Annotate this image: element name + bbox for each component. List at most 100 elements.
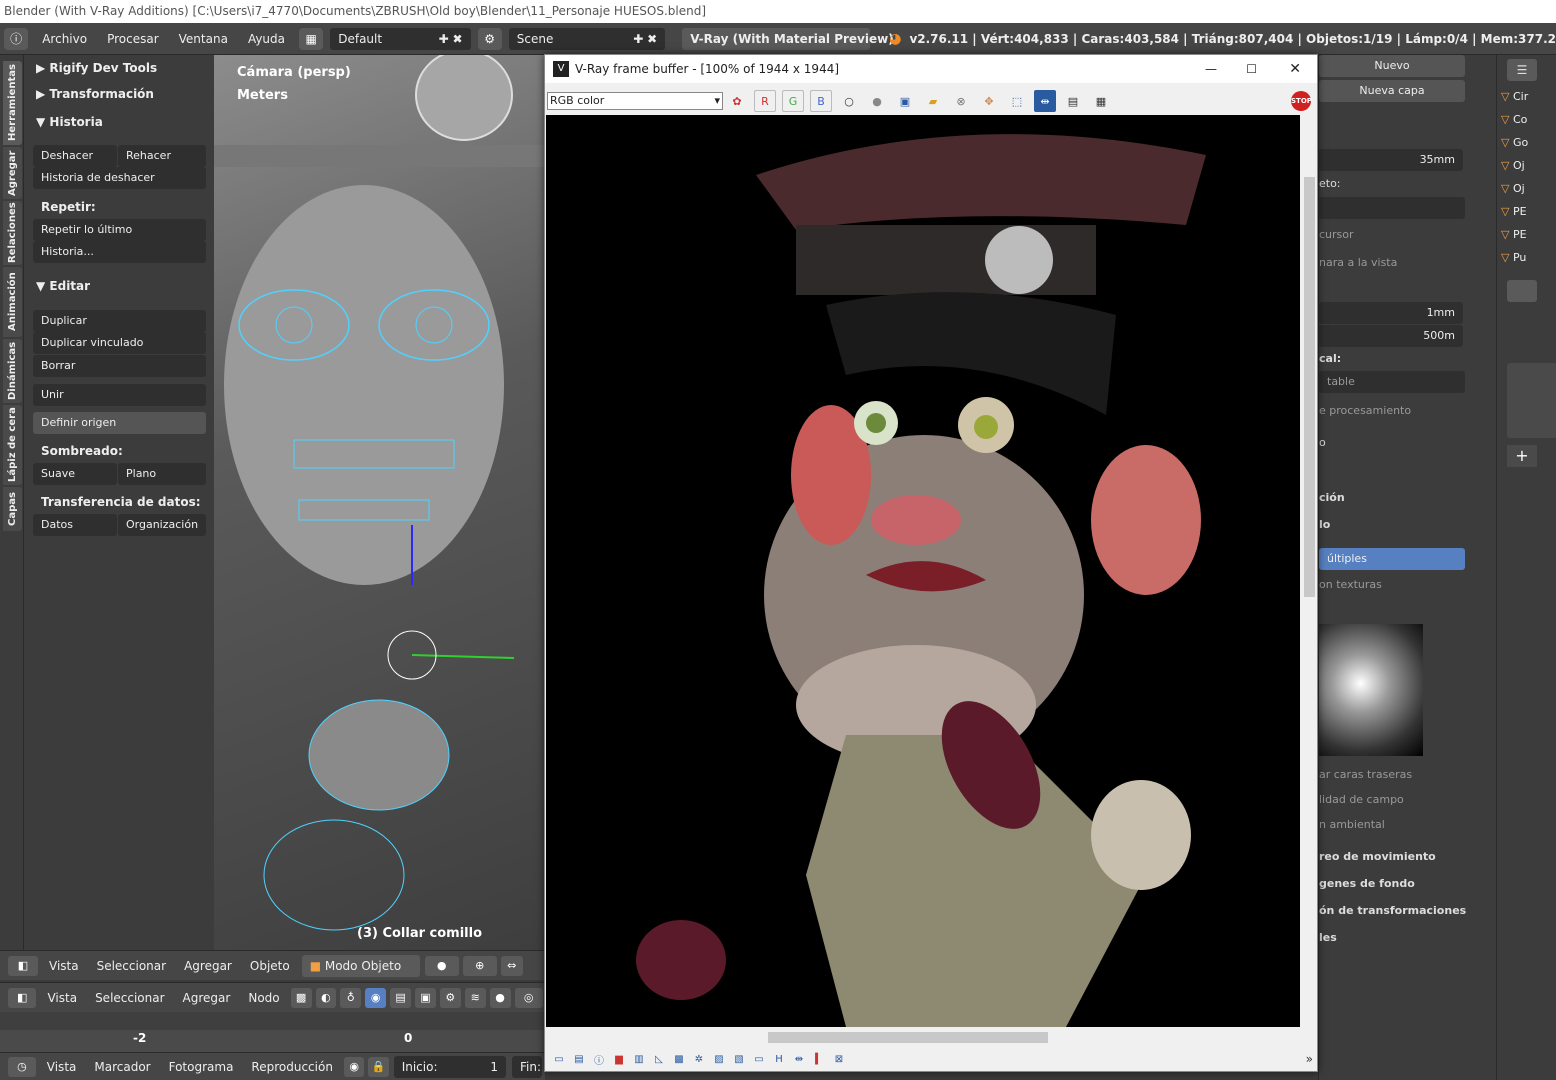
transform-orientations-row[interactable]: ón de transformaciones	[1319, 899, 1469, 923]
pivot-button[interactable]: ⊕	[462, 955, 497, 976]
timeline[interactable]: -2 0	[0, 1012, 545, 1052]
scene-selector[interactable]: Scene ✚ ✖	[508, 27, 666, 50]
organization-button[interactable]: Organización	[118, 514, 206, 536]
crop-icon[interactable]: ▍	[812, 1052, 826, 1066]
start-frame-field[interactable]: Inicio: 1	[393, 1055, 506, 1078]
close-icon[interactable]: ✕	[1289, 55, 1301, 83]
add-icon[interactable]: +	[1507, 445, 1537, 467]
split-icon[interactable]: ⇹	[792, 1052, 806, 1066]
menu-marcador[interactable]: Marcador	[85, 1060, 159, 1074]
clear-image-icon[interactable]: ⊗	[950, 90, 972, 112]
outliner-item[interactable]: ▽ Oj	[1501, 155, 1525, 177]
matcap-preview[interactable]	[1319, 624, 1423, 756]
vfb-title-bar[interactable]: V V-Ray frame buffer - [100% of 1944 x 1…	[545, 55, 1317, 83]
render-engine-select[interactable]: V-Ray (With Material Preview)	[682, 27, 894, 50]
editor-type-button[interactable]: ◷	[8, 1056, 36, 1077]
settings-icon[interactable]: ⚙	[439, 987, 461, 1008]
material-icon[interactable]: ◉	[365, 987, 387, 1008]
menu-agregar[interactable]: Agregar	[175, 959, 241, 973]
rgb-circles-icon[interactable]: ✿	[726, 90, 748, 112]
lut-icon[interactable]: ✲	[692, 1052, 706, 1066]
end-frame-field[interactable]: Fin:	[512, 1055, 542, 1078]
outliner-item[interactable]: ▽ Go	[1501, 132, 1528, 154]
layers-icon[interactable]: ≋	[464, 987, 486, 1008]
info-icon[interactable]: ⓘ	[592, 1052, 606, 1067]
background-icon[interactable]: ▩	[672, 1052, 686, 1066]
focal-length-field[interactable]: 35mm	[1319, 149, 1463, 171]
outliner-item[interactable]: ▽ Cir	[1501, 86, 1528, 108]
expand-icon[interactable]: »	[1306, 1052, 1313, 1066]
tab-dinamicas[interactable]: Dinámicas	[3, 339, 22, 403]
render-layer-icon[interactable]: ▣	[415, 987, 436, 1008]
manipulator-button[interactable]: ⇔	[500, 955, 523, 976]
properties-context-box[interactable]	[1507, 363, 1556, 438]
local-camera-field[interactable]: table	[1319, 371, 1465, 393]
gizmo-y-axis[interactable]	[411, 654, 515, 659]
tab-capas[interactable]: Capas	[3, 487, 22, 531]
shading-button[interactable]: ●	[424, 955, 459, 976]
menu-agregar[interactable]: Agregar	[174, 991, 240, 1005]
pixel-aspect-icon[interactable]: ▭	[752, 1052, 766, 1066]
outliner-editor-button[interactable]: ☰	[1507, 59, 1537, 81]
lock-icon[interactable]: 🔒	[368, 1056, 389, 1077]
menu-ventana[interactable]: Ventana	[169, 32, 238, 46]
menu-seleccionar[interactable]: Seleccionar	[86, 991, 173, 1005]
outliner-item[interactable]: ▽ Pu	[1501, 247, 1526, 269]
properties-editor-button[interactable]	[1507, 280, 1537, 302]
new-layer-button[interactable]: Nueva capa	[1319, 80, 1465, 102]
menu-seleccionar[interactable]: Seleccionar	[88, 959, 175, 973]
background-images-row[interactable]: genes de fondo	[1319, 872, 1469, 896]
tab-herramientas[interactable]: Herramientas	[3, 61, 22, 145]
history-button[interactable]: Historia...	[33, 241, 206, 263]
set-origin-select[interactable]: Definir origen	[33, 412, 206, 434]
panel-row-last[interactable]: les	[1319, 926, 1469, 950]
smooth-button[interactable]: Suave	[33, 463, 117, 485]
sphere-icon[interactable]: ●	[489, 987, 511, 1008]
panel-history[interactable]: ▼ Historia	[30, 111, 210, 133]
panel-row-b[interactable]: ción	[1319, 486, 1469, 510]
3d-viewport[interactable]: Cámara (persp) Meters (3) Collar comillo	[214, 55, 545, 950]
undo-history-button[interactable]: Historia de deshacer	[33, 167, 206, 189]
history-icon[interactable]: ▤	[1062, 90, 1084, 112]
snap-icon[interactable]: ◎	[514, 987, 543, 1008]
lamp-icon[interactable]: ♁	[340, 987, 362, 1008]
menu-archivo[interactable]: Archivo	[32, 32, 97, 46]
new-button[interactable]: Nuevo	[1319, 55, 1465, 77]
tab-agregar[interactable]: Agregar	[3, 147, 22, 199]
scene-icon-button[interactable]: ⚙	[477, 27, 502, 50]
white-circle-icon[interactable]: ○	[838, 90, 860, 112]
panel-transform[interactable]: ▶ Transformación	[30, 83, 210, 105]
undo-button[interactable]: Deshacer	[33, 145, 117, 167]
menu-objeto[interactable]: Objeto	[241, 959, 299, 973]
repeat-last-button[interactable]: Repetir lo último	[33, 219, 206, 241]
color-correction-icon[interactable]: ▆	[612, 1052, 626, 1066]
open-folder-icon[interactable]: ▰	[922, 90, 944, 112]
compare-icon[interactable]: ⇹	[1034, 90, 1056, 112]
region-render-icon[interactable]: ⬚	[1006, 90, 1028, 112]
save-image-icon[interactable]: ▣	[894, 90, 916, 112]
timeline-scrollbar[interactable]	[0, 1012, 545, 1030]
image-info-icon[interactable]: ▤	[572, 1052, 586, 1066]
menu-reproduccion[interactable]: Reproducción	[242, 1060, 342, 1074]
levels-icon[interactable]: ▥	[632, 1052, 646, 1066]
maximize-icon[interactable]: ☐	[1246, 55, 1257, 83]
flat-button[interactable]: Plano	[118, 463, 206, 485]
clip-start-field[interactable]: 1mm	[1319, 302, 1463, 324]
world-icon[interactable]: ◐	[315, 987, 337, 1008]
data-button[interactable]: Datos	[33, 514, 117, 536]
panel-edit[interactable]: ▼ Editar	[30, 275, 210, 297]
ocio-icon[interactable]: ▧	[732, 1052, 746, 1066]
object-field[interactable]	[1319, 197, 1465, 219]
checker-icon[interactable]: ▩	[290, 987, 312, 1008]
rendered-image[interactable]	[546, 115, 1300, 1027]
tab-animacion[interactable]: Animación	[3, 267, 22, 337]
cross-icon[interactable]: ⊠	[832, 1052, 846, 1066]
editor-type-button[interactable]: ◧	[8, 987, 37, 1008]
texture-icon[interactable]: ▤	[390, 987, 411, 1008]
layout-icon-button[interactable]: ▦	[299, 27, 324, 50]
menu-vista[interactable]: Vista	[38, 1060, 86, 1074]
redo-button[interactable]: Rehacer	[118, 145, 206, 167]
mode-select[interactable]: ■ Modo Objeto	[301, 954, 420, 977]
duplicate-button[interactable]: Duplicar	[33, 310, 206, 332]
blue-channel-icon[interactable]: B	[810, 90, 832, 112]
